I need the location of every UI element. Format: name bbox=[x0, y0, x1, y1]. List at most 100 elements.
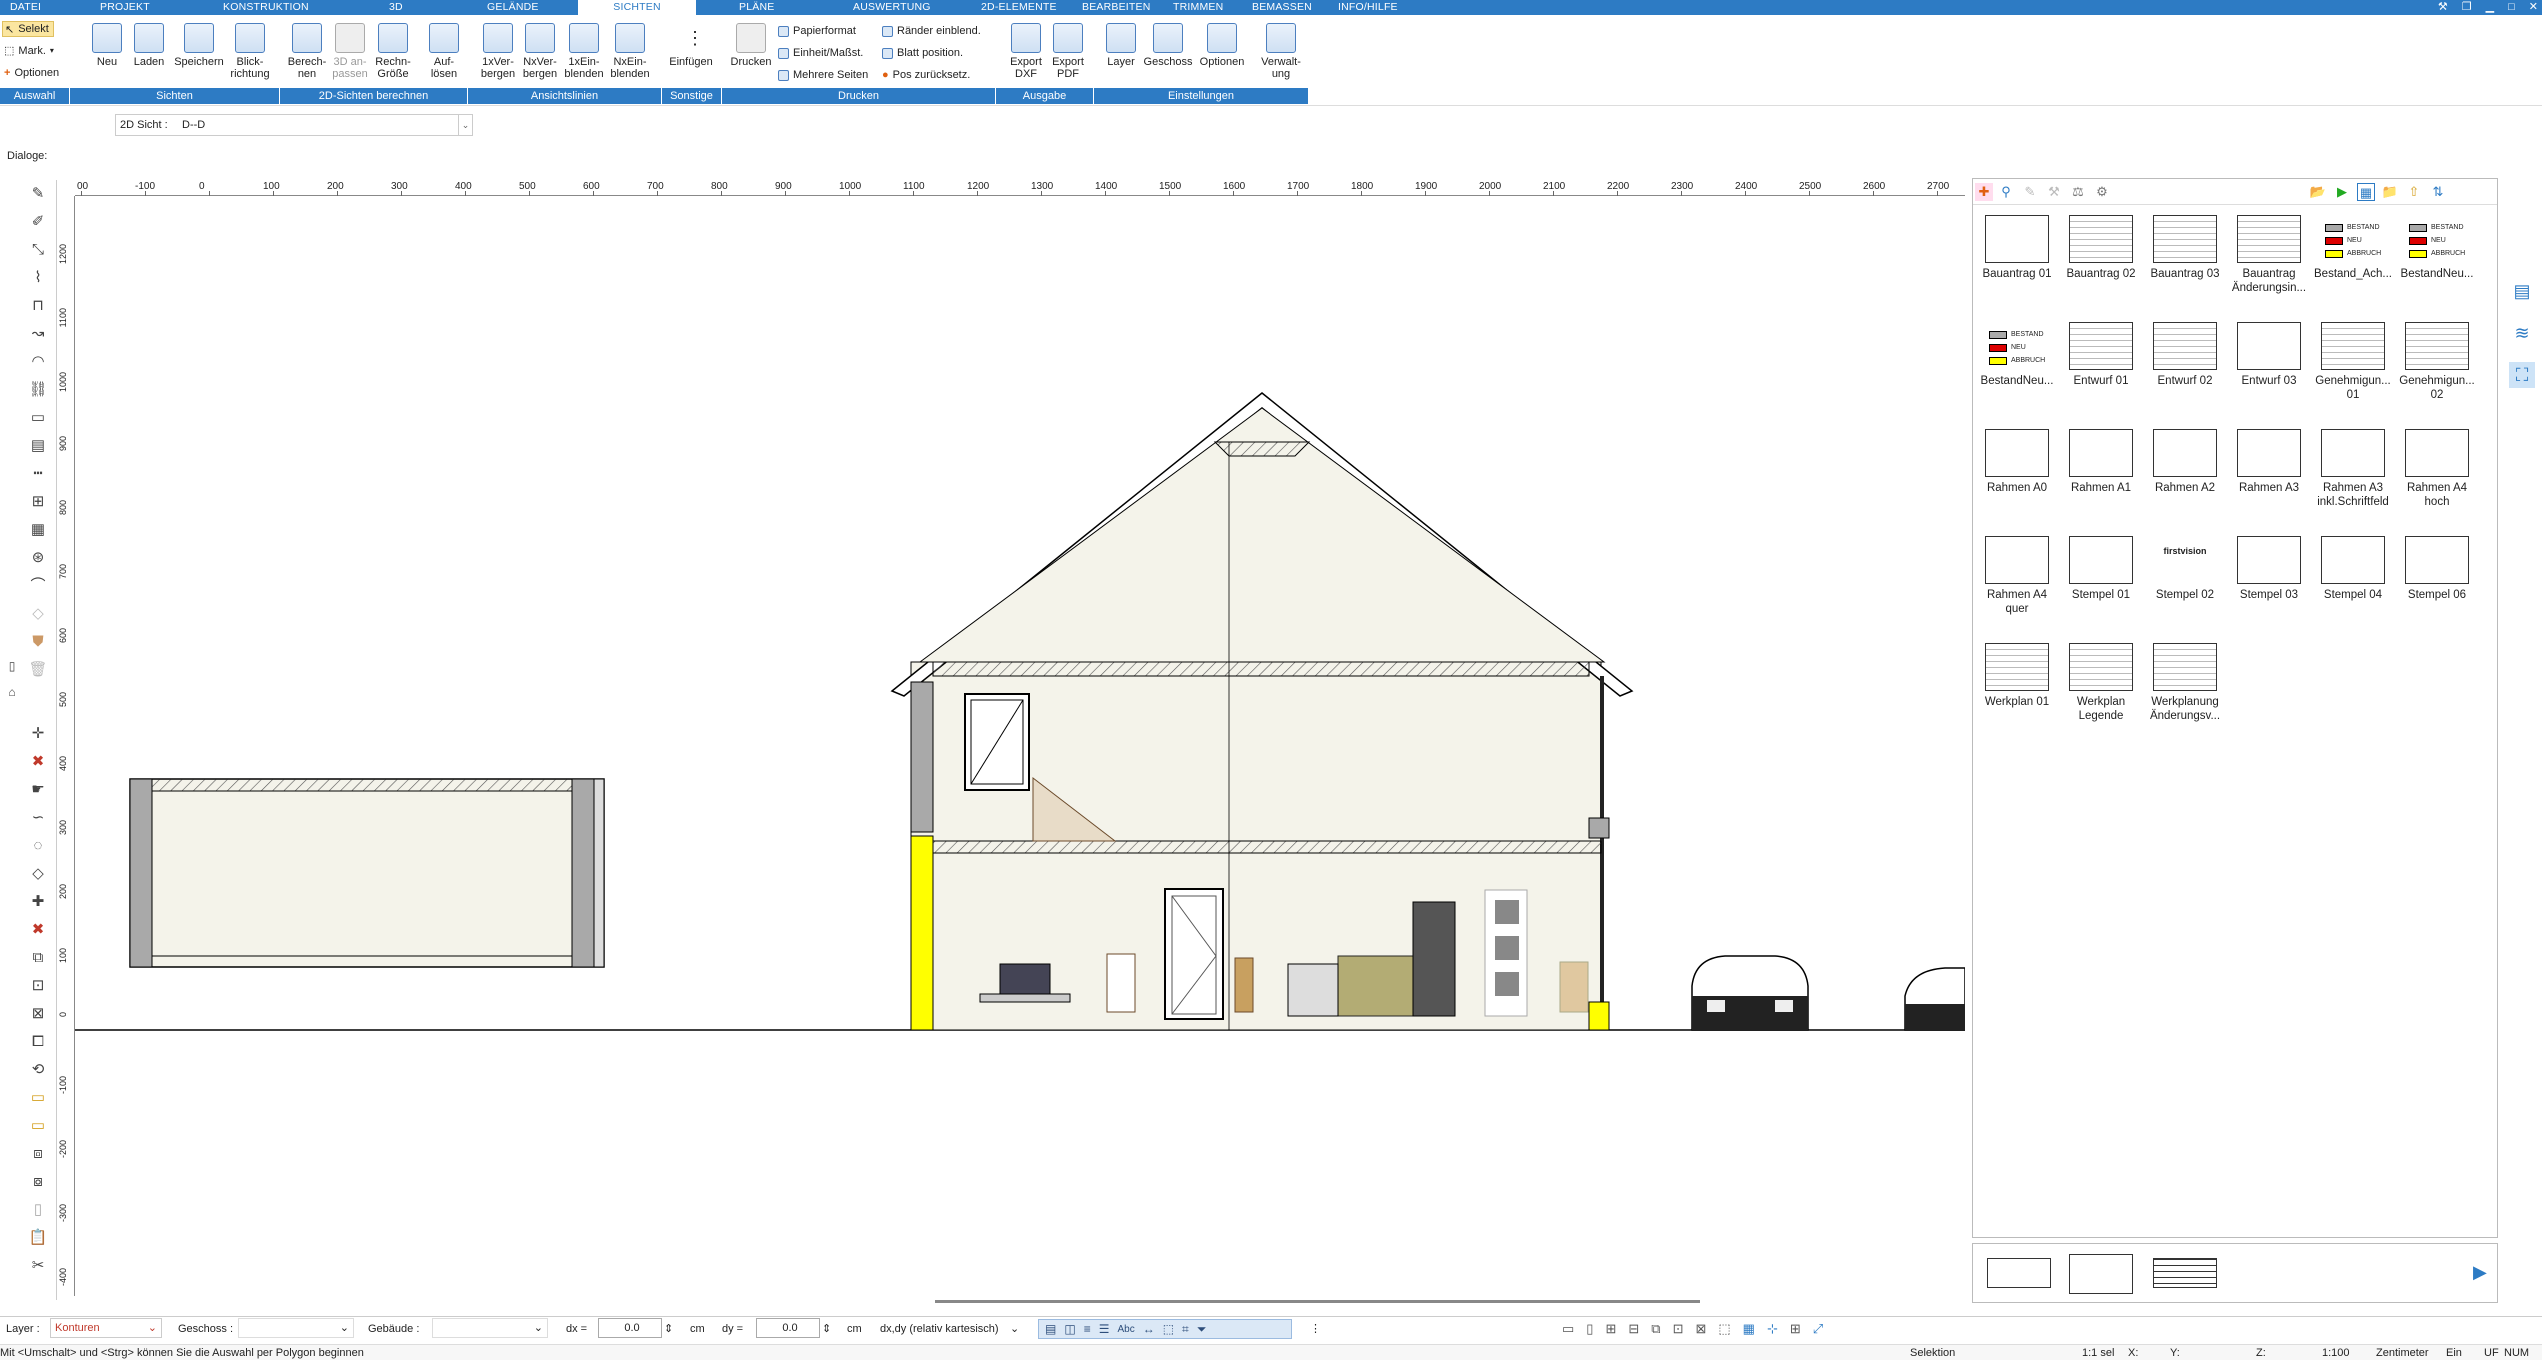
menu-konstruktion[interactable]: KONSTRUKTION bbox=[217, 0, 315, 15]
remove-point-icon[interactable]: ✖ bbox=[28, 920, 48, 940]
catalog-item[interactable]: Genehmigun... 02 bbox=[2395, 322, 2479, 402]
export-dxf-button[interactable]: Export DXF bbox=[1006, 23, 1046, 80]
catalog-item[interactable]: Stempel 06 bbox=[2395, 536, 2479, 602]
menu-bemassen[interactable]: BEMASSEN bbox=[1246, 0, 1318, 15]
grid-icon[interactable]: ▦ bbox=[28, 520, 48, 540]
snap-lines-icon[interactable]: ▤ bbox=[1045, 1322, 1056, 1336]
optionen-auswahl-button[interactable]: + Optionen bbox=[4, 67, 59, 79]
1x-verbergen-button[interactable]: 1xVer- bergen bbox=[476, 23, 520, 80]
catalog-item[interactable]: Entwurf 03 bbox=[2227, 322, 2311, 388]
preview-stamp[interactable] bbox=[1987, 1258, 2051, 1288]
catalog-item[interactable]: Stempel 03 bbox=[2227, 536, 2311, 602]
arc-icon[interactable]: ◠ bbox=[28, 352, 48, 372]
view-7-icon[interactable]: ⊠ bbox=[1695, 1321, 1706, 1337]
snap-toggle-icon[interactable]: ⊹ bbox=[1767, 1321, 1778, 1337]
scale-nodes-icon[interactable]: ⊡ bbox=[28, 976, 48, 996]
catalog-item[interactable]: Genehmigun... 01 bbox=[2311, 322, 2395, 402]
1x-einblenden-button[interactable]: 1xEin- blenden bbox=[562, 23, 606, 80]
measure-icon[interactable]: ⚖ bbox=[2069, 183, 2087, 201]
layer-button[interactable]: Layer bbox=[1104, 23, 1138, 68]
catalog-item[interactable]: Rahmen A0 bbox=[1975, 429, 2059, 495]
coord-mode[interactable]: dx,dy (relativ kartesisch) bbox=[880, 1321, 999, 1337]
selekt-button[interactable]: ↖ Selekt bbox=[2, 21, 54, 37]
filter-icon[interactable]: ⏷ bbox=[1197, 1322, 1207, 1337]
mehrere-seiten-button[interactable]: Mehrere Seiten bbox=[778, 69, 868, 81]
minimize-icon[interactable]: ▁ bbox=[2486, 0, 2494, 15]
fullscreen-icon[interactable]: ⤢ bbox=[1813, 1321, 1823, 1337]
clipboard-icon[interactable]: 📋 bbox=[28, 1228, 48, 1248]
circle-points-icon[interactable]: ⊛ bbox=[28, 548, 48, 568]
view-4-icon[interactable]: ⊟ bbox=[1628, 1321, 1639, 1337]
menu-3d[interactable]: 3D bbox=[383, 0, 409, 15]
dy-input[interactable]: 0.0 bbox=[756, 1318, 820, 1338]
scissors-icon[interactable]: ✂ bbox=[28, 1256, 48, 1276]
freeform-icon[interactable]: ∽ bbox=[28, 808, 48, 828]
catalog-item[interactable]: Entwurf 02 bbox=[2143, 322, 2227, 388]
geschoss-button[interactable]: Geschoss bbox=[1140, 23, 1196, 68]
catalog-item[interactable]: BESTAND NEU ABBRUCH BestandNeu... bbox=[1975, 322, 2059, 388]
polygon-icon[interactable]: ◇ bbox=[28, 864, 48, 884]
catalog-item[interactable]: Werkplan 01 bbox=[1975, 643, 2059, 709]
table-icon[interactable]: ⊞ bbox=[28, 492, 48, 512]
drawing-canvas[interactable] bbox=[75, 196, 1965, 1296]
blatt-position-button[interactable]: Blatt position. bbox=[882, 47, 963, 59]
tools-icon[interactable]: ⚒ bbox=[2438, 0, 2448, 15]
car-2[interactable] bbox=[1904, 967, 1965, 1031]
menu-plaene[interactable]: PLÄNE bbox=[733, 0, 780, 15]
pen-icon[interactable]: ✎ bbox=[28, 184, 48, 204]
berechnen-button[interactable]: Berech- nen bbox=[285, 23, 329, 80]
einheit-button[interactable]: Einheit/Maßst. bbox=[778, 47, 863, 59]
close-icon[interactable]: ✕ bbox=[2529, 0, 2538, 15]
view-2-icon[interactable]: ▯ bbox=[1586, 1321, 1593, 1337]
layers-side-icon[interactable]: ≋ bbox=[2509, 320, 2535, 346]
table-toggle-icon[interactable]: ⊞ bbox=[1790, 1321, 1801, 1337]
dimension-icon[interactable]: ↔ bbox=[1143, 1322, 1155, 1336]
mark-button[interactable]: ⬚ Mark. ▾ bbox=[4, 44, 54, 58]
menu-auswertung[interactable]: AUSWERTUNG bbox=[847, 0, 937, 15]
catalog-item[interactable]: Werkplanung Änderungsv... bbox=[2143, 643, 2227, 723]
preview-werkplanung[interactable] bbox=[2153, 1258, 2217, 1288]
window-icon[interactable]: ▭ bbox=[28, 408, 48, 428]
transform-icon[interactable]: ⊠ bbox=[28, 1004, 48, 1024]
curve-icon[interactable]: ↝ bbox=[28, 324, 48, 344]
catalog-item[interactable]: Rahmen A4 quer bbox=[1975, 536, 2059, 616]
stairs-icon[interactable]: ⊓ bbox=[28, 296, 48, 316]
catalog-item[interactable]: Werkplan Legende bbox=[2059, 643, 2143, 723]
nodes-side-icon[interactable]: ⛶ bbox=[2509, 362, 2535, 388]
verwaltung-button[interactable]: Verwalt- ung bbox=[1258, 23, 1304, 80]
brush-icon[interactable]: ✐ bbox=[28, 212, 48, 232]
copy-icon[interactable]: ⧉ bbox=[28, 948, 48, 968]
laden-button[interactable]: Laden bbox=[132, 23, 166, 68]
folder-open-icon[interactable]: 📂 bbox=[2309, 183, 2327, 201]
view-3-icon[interactable]: ⊞ bbox=[1605, 1321, 1616, 1337]
dy-stepper-icon[interactable]: ⇕ bbox=[822, 1321, 831, 1337]
gebaeude-select[interactable]: ⌄ bbox=[432, 1318, 548, 1338]
catalog-item[interactable]: BESTAND NEU ABBRUCH Bestand_Ach... bbox=[2311, 215, 2395, 281]
aufloesen-button[interactable]: Auf- lösen bbox=[424, 23, 464, 80]
layer-select[interactable]: Konturen ⌄ bbox=[50, 1318, 162, 1338]
nx-verbergen-button[interactable]: NxVer- bergen bbox=[518, 23, 562, 80]
rechn-groesse-button[interactable]: Rechn- Größe bbox=[371, 23, 415, 80]
ungroup-icon[interactable]: ⧇ bbox=[28, 1172, 48, 1192]
view-1-icon[interactable]: ▭ bbox=[1562, 1321, 1574, 1337]
line-dashed-icon[interactable]: ☰ bbox=[1099, 1322, 1110, 1336]
line-thick-icon[interactable]: ≡ bbox=[1084, 1322, 1091, 1336]
search-icon[interactable]: ⚲ bbox=[1997, 183, 2015, 201]
catalog-item[interactable]: BESTAND NEU ABBRUCH BestandNeu... bbox=[2395, 215, 2479, 281]
blickrichtung-button[interactable]: Blick- richtung bbox=[226, 23, 274, 80]
catalog-item[interactable]: Rahmen A4 hoch bbox=[2395, 429, 2479, 509]
catalog-item[interactable]: Bauantrag 02 bbox=[2059, 215, 2143, 281]
chevron-down-icon[interactable]: ⌄ bbox=[458, 115, 472, 135]
hook-icon[interactable]: ⌒ bbox=[28, 576, 48, 596]
crosshair-icon[interactable]: ✛ bbox=[28, 724, 48, 744]
export-pdf-button[interactable]: Export PDF bbox=[1048, 23, 1088, 80]
file-icon[interactable]: ▯ bbox=[28, 1200, 48, 1220]
folder-icon[interactable]: 📁 bbox=[2381, 183, 2399, 201]
text-box-2-icon[interactable]: ▭ bbox=[28, 1116, 48, 1136]
einfuegen-button[interactable]: ⋮ Einfügen bbox=[666, 23, 716, 68]
neu-button[interactable]: Neu bbox=[92, 23, 122, 68]
add-point-icon[interactable]: ✚ bbox=[28, 892, 48, 912]
menu-datei[interactable]: DATEI bbox=[4, 0, 47, 15]
catalog-item[interactable]: Stempel 04 bbox=[2311, 536, 2395, 602]
view-6-icon[interactable]: ⊡ bbox=[1673, 1321, 1684, 1337]
